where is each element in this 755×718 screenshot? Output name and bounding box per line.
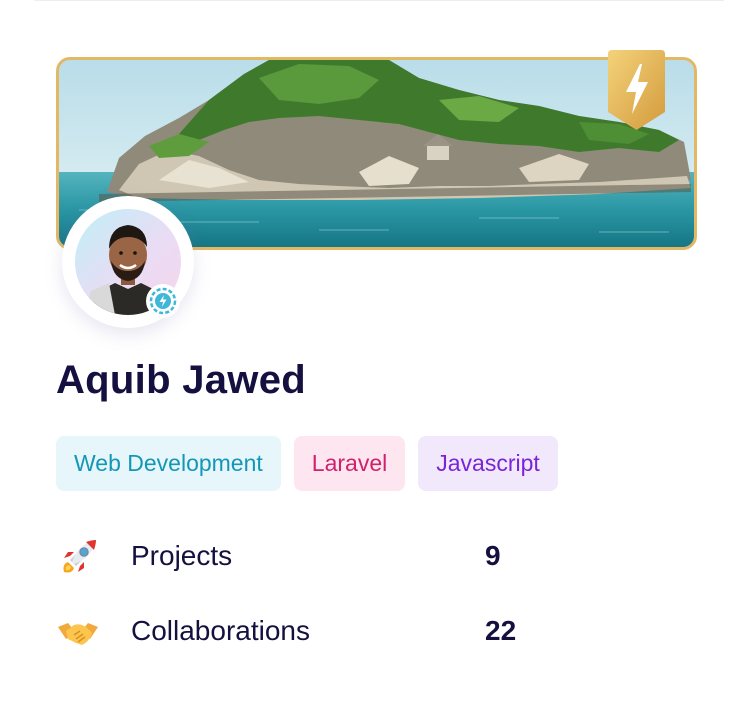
stat-label: Collaborations xyxy=(131,615,310,646)
stat-projects: Projects 9 xyxy=(56,536,576,580)
stat-collaborations: Collaborations 22 xyxy=(56,611,576,655)
tag-laravel[interactable]: Laravel xyxy=(293,436,406,491)
lightning-bolt-icon xyxy=(608,50,665,130)
verified-badge-icon xyxy=(149,287,177,315)
tag-javascript[interactable]: Javascript xyxy=(418,436,558,491)
stat-value: 9 xyxy=(485,540,501,571)
handshake-icon xyxy=(58,623,98,645)
verified-badge xyxy=(146,284,180,318)
premium-badge xyxy=(608,50,665,130)
profile-name: Aquib Jawed xyxy=(56,358,306,402)
rocket-icon xyxy=(63,540,96,573)
stat-label: Projects xyxy=(131,540,233,571)
profile-card: Aquib Jawed Web Development Laravel Java… xyxy=(0,0,755,718)
skill-tags: Web Development Laravel Javascript xyxy=(56,436,558,491)
stat-value: 22 xyxy=(485,615,517,646)
tag-web-development[interactable]: Web Development xyxy=(56,436,281,491)
